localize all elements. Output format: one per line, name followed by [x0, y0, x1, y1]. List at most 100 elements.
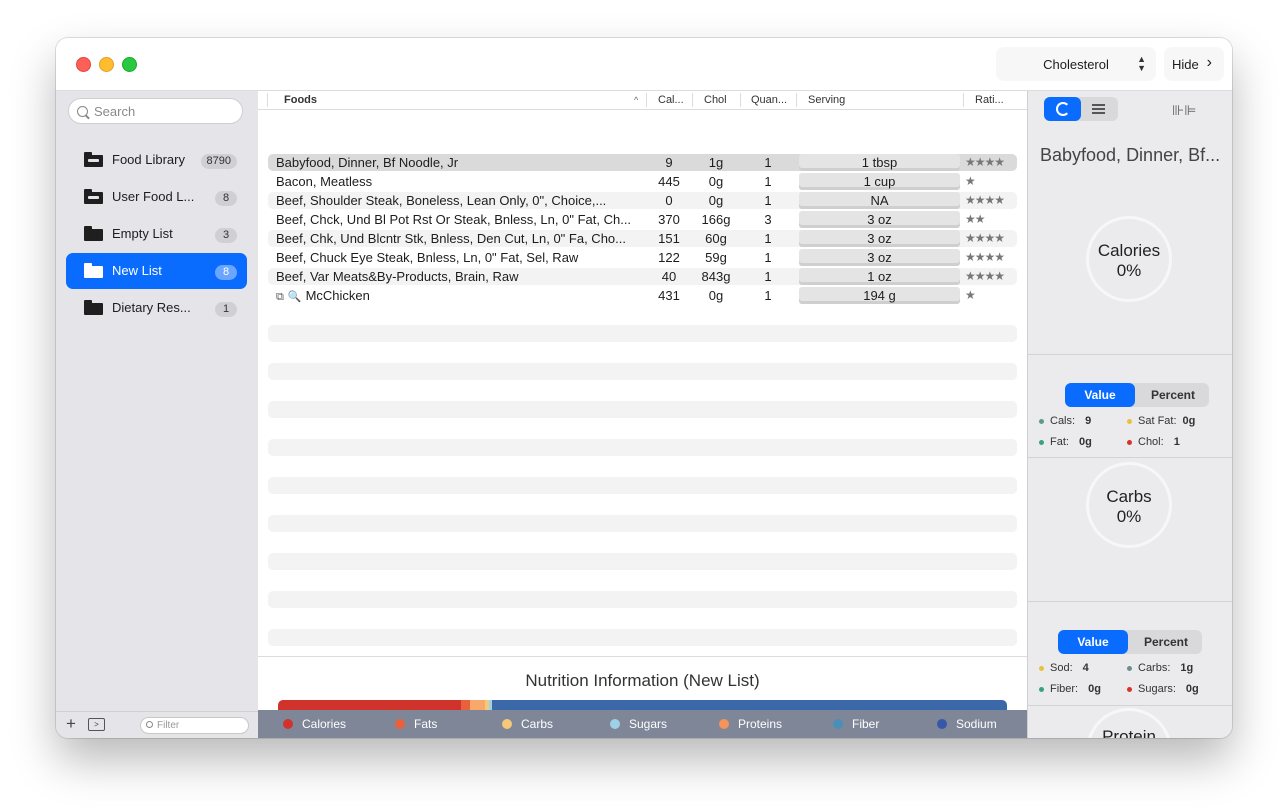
- rating-stars[interactable]: ★★★★: [965, 269, 1017, 283]
- sidebar-search-field[interactable]: Search: [68, 98, 243, 124]
- calories-cell: 151: [658, 231, 680, 246]
- cholesterol-cell: 0g: [708, 174, 724, 189]
- table-row[interactable]: Babyfood, Dinner, Bf Noodle, Jr 9 1g 1 1…: [268, 154, 1017, 171]
- stat-sat-fat: Sat Fat: 0g: [1127, 415, 1195, 427]
- list-icon[interactable]: [1092, 104, 1105, 114]
- quantity-cell[interactable]: 1: [744, 174, 792, 189]
- value-percent-toggle[interactable]: Value Percent: [1065, 383, 1209, 407]
- tray-icon: [84, 189, 103, 204]
- rating-stars[interactable]: ★: [965, 174, 1017, 188]
- empty-row: [268, 401, 1017, 418]
- table-row[interactable]: Beef, Shoulder Steak, Boneless, Lean Onl…: [268, 192, 1017, 209]
- empty-row: [268, 515, 1017, 532]
- value-percent-toggle[interactable]: Value Percent: [1058, 630, 1202, 654]
- value-tab[interactable]: Value: [1065, 383, 1135, 407]
- serving-popup[interactable]: 3 oz: [799, 249, 960, 266]
- empty-row: [268, 439, 1017, 456]
- stat-sodium: Sod: 4: [1039, 662, 1089, 674]
- magnifier-icon: 🔍: [287, 291, 302, 303]
- column-header-foods[interactable]: Foods: [284, 94, 317, 106]
- cholesterol-cell: 59g: [705, 250, 727, 265]
- quantity-cell[interactable]: 3: [744, 212, 792, 227]
- value-tab[interactable]: Value: [1058, 630, 1128, 654]
- sidebar: Search Food Library 8790 User Food L... …: [56, 91, 259, 738]
- table-row[interactable]: ⧉ 🔍 McChicken 431 0g 1 194 g ★: [268, 287, 1017, 304]
- add-list-button[interactable]: +: [66, 715, 76, 733]
- table-row[interactable]: Bacon, Meatless 445 0g 1 1 cup ★: [268, 173, 1017, 190]
- tray-icon: [84, 152, 103, 167]
- ring-label: Calories: [1097, 241, 1161, 260]
- calories-cell: 40: [661, 269, 677, 284]
- ring-icon: [1056, 102, 1070, 116]
- close-window-button[interactable]: [76, 57, 91, 72]
- stat-cals: Cals: 9: [1039, 415, 1091, 427]
- food-name: Beef, Chck, Und Bl Pot Rst Or Steak, Bnl…: [276, 212, 632, 227]
- console-toggle-button[interactable]: >: [88, 718, 105, 731]
- quantity-cell[interactable]: 1: [744, 269, 792, 284]
- percent-tab[interactable]: Percent: [1130, 630, 1202, 654]
- dumbbell-icon[interactable]: ⊪⊫: [1172, 102, 1196, 119]
- serving-popup[interactable]: 1 tbsp: [799, 154, 960, 171]
- sidebar-item-dietary-restrictions[interactable]: Dietary Res... 1: [66, 290, 247, 326]
- rating-stars[interactable]: ★★★★: [965, 155, 1017, 169]
- column-header-cholesterol[interactable]: Chol: [704, 94, 727, 106]
- sidebar-filter-field[interactable]: Filter: [140, 717, 249, 734]
- rating-stars[interactable]: ★: [965, 288, 1017, 302]
- column-header-quantity[interactable]: Quan...: [751, 94, 787, 106]
- cholesterol-cell: 166g: [701, 212, 731, 227]
- serving-popup[interactable]: 1 oz: [799, 268, 960, 285]
- column-header-serving[interactable]: Serving: [808, 94, 845, 106]
- detail-panel: ⊪⊫ Babyfood, Dinner, Bf... Calories 0% V…: [1027, 91, 1232, 738]
- rating-stars[interactable]: ★★★★: [965, 231, 1017, 245]
- quantity-cell[interactable]: 1: [744, 288, 792, 303]
- table-row[interactable]: Beef, Chk, Und Blcntr Stk, Bnless, Den C…: [268, 230, 1017, 247]
- sidebar-item-label: Dietary Res...: [112, 300, 191, 315]
- sidebar-item-count: 8790: [200, 154, 237, 169]
- food-table-area: Foods ^ Cal... Chol Quan... Serving Rati…: [258, 91, 1027, 738]
- serving-popup[interactable]: 3 oz: [799, 230, 960, 247]
- search-icon: [146, 721, 153, 728]
- table-row[interactable]: Beef, Chuck Eye Steak, Bnless, Ln, 0" Fa…: [268, 249, 1017, 266]
- nutrient-popup-button[interactable]: Cholesterol ▲ ▼: [996, 47, 1156, 81]
- minimize-window-button[interactable]: [99, 57, 114, 72]
- ring-view-button[interactable]: [1044, 97, 1081, 121]
- rating-stars[interactable]: ★★: [965, 212, 1017, 226]
- rating-stars[interactable]: ★★★★: [965, 250, 1017, 264]
- serving-popup[interactable]: NA: [799, 192, 960, 209]
- search-icon: [77, 105, 88, 117]
- stat-chol: Chol: 1: [1127, 436, 1180, 448]
- empty-row: [268, 363, 1017, 380]
- sidebar-item-new-list[interactable]: New List 8: [66, 253, 247, 289]
- food-name: Bacon, Meatless: [276, 174, 373, 189]
- rating-stars[interactable]: ★★★★: [965, 193, 1017, 207]
- serving-popup[interactable]: 1 cup: [799, 173, 960, 190]
- legend-dot: [283, 719, 293, 729]
- sidebar-item-count: 3: [215, 228, 237, 243]
- column-header-rating[interactable]: Rati...: [975, 94, 1004, 106]
- sidebar-item-user-food-library[interactable]: User Food L... 8: [66, 179, 247, 215]
- quantity-cell[interactable]: 1: [744, 231, 792, 246]
- food-name: Babyfood, Dinner, Bf Noodle, Jr: [276, 155, 459, 170]
- hide-detail-button[interactable]: Hide ›: [1164, 47, 1224, 81]
- legend-item-fiber: Fiber: [833, 717, 879, 731]
- quantity-cell[interactable]: 1: [744, 193, 792, 208]
- cholesterol-cell: 60g: [705, 231, 727, 246]
- column-header-calories[interactable]: Cal...: [658, 94, 684, 106]
- table-row[interactable]: Beef, Chck, Und Bl Pot Rst Or Steak, Bnl…: [268, 211, 1017, 228]
- quantity-cell[interactable]: 1: [744, 250, 792, 265]
- empty-row: [268, 477, 1017, 494]
- empty-row: [268, 325, 1017, 342]
- sidebar-item-empty-list[interactable]: Empty List 3: [66, 216, 247, 252]
- sidebar-item-food-library[interactable]: Food Library 8790: [66, 142, 247, 178]
- calories-cell: 445: [658, 174, 680, 189]
- quantity-cell[interactable]: 1: [744, 155, 792, 170]
- table-row[interactable]: Beef, Var Meats&By-Products, Brain, Raw …: [268, 268, 1017, 285]
- serving-popup[interactable]: 194 g: [799, 287, 960, 304]
- view-mode-segmented-control[interactable]: [1044, 97, 1118, 121]
- sort-ascending-icon: ^: [634, 95, 639, 105]
- serving-popup[interactable]: 3 oz: [799, 211, 960, 228]
- zoom-window-button[interactable]: [122, 57, 137, 72]
- percent-tab[interactable]: Percent: [1137, 383, 1209, 407]
- app-window: Cholesterol ▲ ▼ Hide › Search Food Librar…: [56, 38, 1232, 738]
- ring-label: Protein: [1102, 727, 1156, 738]
